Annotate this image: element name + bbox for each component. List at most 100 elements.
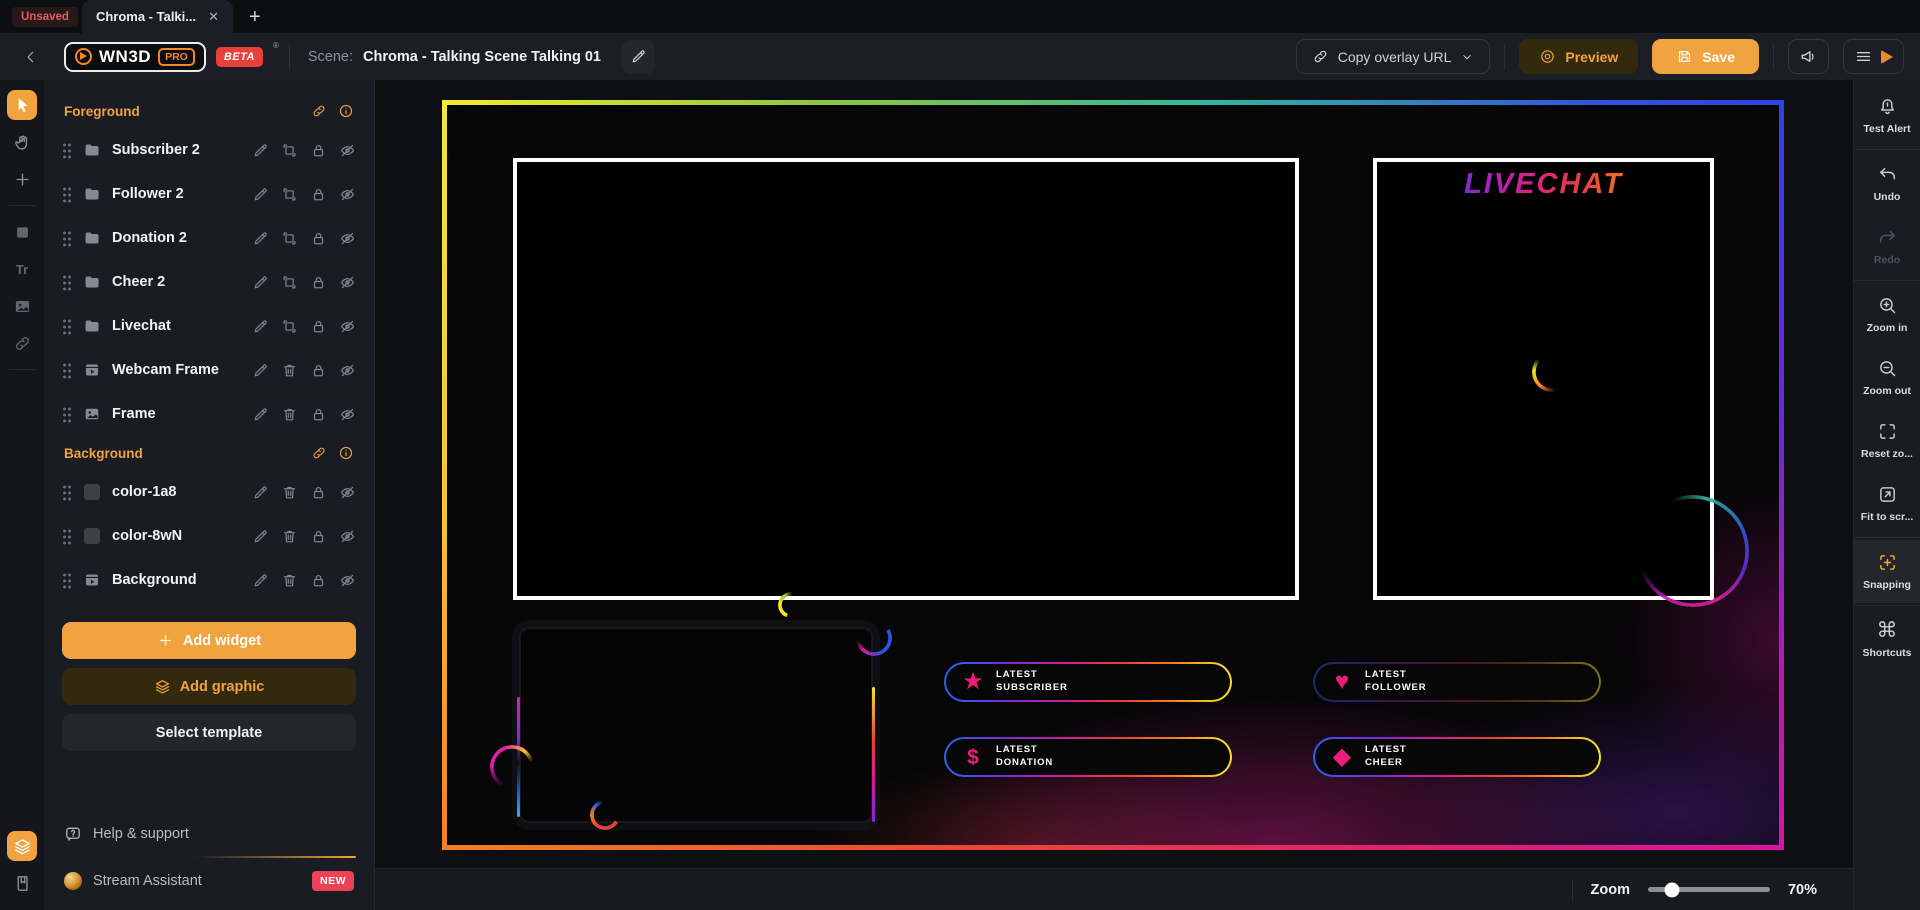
main-menu-button[interactable] [1843, 39, 1904, 74]
delete-layer-icon[interactable] [281, 484, 298, 501]
delete-layer-icon[interactable] [281, 528, 298, 545]
edit-layer-icon[interactable] [252, 318, 269, 335]
select-template-button[interactable]: Select template [62, 714, 356, 751]
lock-layer-icon[interactable] [310, 274, 327, 291]
image-tool-button[interactable] [7, 291, 37, 321]
drag-handle-icon[interactable] [62, 317, 72, 335]
transform-layer-icon[interactable] [281, 318, 298, 335]
sidebar-item-fit-to-screen[interactable]: Fit to scr... [1854, 472, 1920, 535]
layer-row-webcam-frame[interactable]: Webcam Frame [62, 348, 356, 392]
toggle-visibility-icon[interactable] [339, 406, 356, 423]
edit-layer-icon[interactable] [252, 362, 269, 379]
drag-handle-icon[interactable] [62, 185, 72, 203]
drag-handle-icon[interactable] [62, 361, 72, 379]
lock-layer-icon[interactable] [310, 406, 327, 423]
transform-layer-icon[interactable] [281, 186, 298, 203]
save-button[interactable]: Save [1652, 39, 1759, 74]
drag-handle-icon[interactable] [62, 571, 72, 589]
toggle-visibility-icon[interactable] [339, 274, 356, 291]
add-graphic-button[interactable]: Add graphic [62, 668, 356, 705]
lock-layer-icon[interactable] [310, 528, 327, 545]
edit-layer-icon[interactable] [252, 142, 269, 159]
toggle-visibility-icon[interactable] [339, 142, 356, 159]
lock-layer-icon[interactable] [310, 362, 327, 379]
background-screen-object[interactable] [517, 627, 875, 823]
transform-layer-icon[interactable] [281, 142, 298, 159]
edit-layer-icon[interactable] [252, 230, 269, 247]
lock-layer-icon[interactable] [310, 186, 327, 203]
sidebar-item-redo[interactable]: Redo [1854, 215, 1920, 278]
edit-scene-name-button[interactable] [621, 39, 655, 74]
zoom-slider-thumb[interactable] [1664, 882, 1680, 897]
webcam-frame-object[interactable] [513, 158, 1299, 600]
link-tool-button[interactable] [7, 328, 37, 358]
lock-layer-icon[interactable] [310, 230, 327, 247]
layer-row-livechat[interactable]: Livechat [62, 304, 356, 348]
layer-row-color-1a8[interactable]: color-1a8 [62, 470, 356, 514]
layer-row-cheer-2[interactable]: Cheer 2 [62, 260, 356, 304]
sidebar-item-reset-zoom[interactable]: Reset zo... [1854, 409, 1920, 472]
link-icon[interactable] [311, 445, 327, 461]
transform-layer-icon[interactable] [281, 230, 298, 247]
toggle-visibility-icon[interactable] [339, 528, 356, 545]
shape-tool-button[interactable] [7, 217, 37, 247]
lock-layer-icon[interactable] [310, 484, 327, 501]
select-tool-button[interactable] [7, 90, 37, 120]
layer-row-background[interactable]: Background [62, 558, 356, 602]
toggle-visibility-icon[interactable] [339, 230, 356, 247]
toggle-visibility-icon[interactable] [339, 484, 356, 501]
sidebar-item-zoom-out[interactable]: Zoom out [1854, 346, 1920, 409]
back-button[interactable] [16, 42, 46, 72]
add-widget-button[interactable]: Add widget [62, 622, 356, 659]
edit-layer-icon[interactable] [252, 484, 269, 501]
toggle-visibility-icon[interactable] [339, 572, 356, 589]
info-icon[interactable] [338, 445, 354, 461]
link-icon[interactable] [311, 103, 327, 119]
edit-layer-icon[interactable] [252, 406, 269, 423]
text-tool-button[interactable]: Tr [7, 254, 37, 284]
sidebar-item-snapping[interactable]: Snapping [1854, 540, 1920, 603]
delete-layer-icon[interactable] [281, 362, 298, 379]
add-element-button[interactable] [7, 164, 37, 194]
latest-follower-widget[interactable]: ♥ LATEST FOLLOWER [1313, 662, 1601, 702]
edit-layer-icon[interactable] [252, 274, 269, 291]
preview-button[interactable]: Preview [1519, 39, 1639, 74]
toggle-visibility-icon[interactable] [339, 318, 356, 335]
latest-cheer-widget[interactable]: ◆ LATEST CHEER [1313, 737, 1601, 777]
lock-layer-icon[interactable] [310, 142, 327, 159]
layer-row-subscriber-2[interactable]: Subscriber 2 [62, 128, 356, 172]
sidebar-item-zoom-in[interactable]: Zoom in [1854, 283, 1920, 346]
scene-tab[interactable]: Chroma - Talki... ✕ [81, 0, 234, 33]
drag-handle-icon[interactable] [62, 141, 72, 159]
stream-assistant-link[interactable]: Stream Assistant NEW [62, 862, 356, 900]
copy-overlay-url-button[interactable]: Copy overlay URL [1295, 39, 1491, 74]
new-tab-button[interactable]: + [249, 7, 261, 27]
zoom-slider[interactable] [1647, 882, 1770, 898]
edit-layer-icon[interactable] [252, 186, 269, 203]
help-support-link[interactable]: Help & support [62, 816, 356, 852]
overlay-artboard[interactable]: LIVECHAT ★ LATEST SUBSCRIBER ♥ LATEST FO… [442, 100, 1784, 850]
sidebar-item-test-alert[interactable]: Test Alert [1854, 84, 1920, 147]
edit-layer-icon[interactable] [252, 528, 269, 545]
layer-row-donation-2[interactable]: Donation 2 [62, 216, 356, 260]
latest-subscriber-widget[interactable]: ★ LATEST SUBSCRIBER [944, 662, 1232, 702]
delete-layer-icon[interactable] [281, 406, 298, 423]
drag-handle-icon[interactable] [62, 273, 72, 291]
latest-donation-widget[interactable]: $ LATEST DONATION [944, 737, 1232, 777]
delete-layer-icon[interactable] [281, 572, 298, 589]
drag-handle-icon[interactable] [62, 229, 72, 247]
info-icon[interactable] [338, 103, 354, 119]
library-button[interactable] [7, 868, 37, 898]
canvas-area[interactable]: LIVECHAT ★ LATEST SUBSCRIBER ♥ LATEST FO… [375, 80, 1853, 868]
drag-handle-icon[interactable] [62, 527, 72, 545]
layer-row-frame[interactable]: Frame [62, 392, 356, 436]
transform-layer-icon[interactable] [281, 274, 298, 291]
drag-handle-icon[interactable] [62, 405, 72, 423]
layer-row-follower-2[interactable]: Follower 2 [62, 172, 356, 216]
toggle-visibility-icon[interactable] [339, 362, 356, 379]
pan-tool-button[interactable] [7, 127, 37, 157]
announcements-button[interactable] [1788, 39, 1829, 74]
layers-panel-button[interactable] [7, 831, 37, 861]
sidebar-item-undo[interactable]: Undo [1854, 152, 1920, 215]
lock-layer-icon[interactable] [310, 318, 327, 335]
